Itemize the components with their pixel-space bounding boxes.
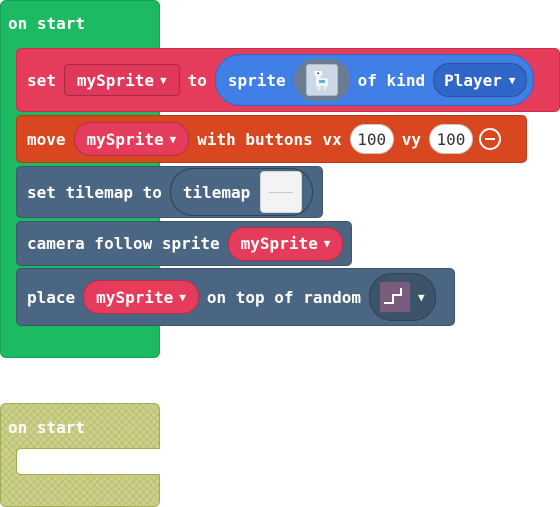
set-keyword: set bbox=[27, 70, 56, 90]
caret-down-icon: ▼ bbox=[417, 290, 425, 304]
kind-value: Player bbox=[444, 70, 502, 90]
llama-icon bbox=[314, 71, 328, 91]
variable-name: mySprite bbox=[240, 234, 318, 253]
set-tilemap-block[interactable]: set tilemap to tilemap bbox=[16, 166, 323, 218]
caret-down-icon: ▼ bbox=[159, 73, 167, 87]
llama-sprite-image-icon bbox=[305, 64, 338, 96]
variable-name: mySprite bbox=[96, 287, 174, 307]
variable-dropdown[interactable]: mySprite ▼ bbox=[227, 226, 344, 261]
sprite-label: sprite bbox=[227, 70, 286, 90]
move-with-buttons-block[interactable]: move mySprite ▼ with buttons vx 100 vy 1… bbox=[16, 115, 527, 163]
caret-down-icon: ▼ bbox=[323, 237, 331, 250]
set-tilemap-label: set tilemap to bbox=[27, 182, 162, 202]
blank-tilemap-image-icon[interactable] bbox=[260, 171, 303, 213]
place-keyword: place bbox=[27, 287, 76, 307]
set-sprite-block[interactable]: set mySprite ▼ to sprite of kind Player bbox=[16, 48, 560, 112]
variable-dropdown[interactable]: mySprite ▼ bbox=[83, 280, 199, 314]
caret-down-icon: ▼ bbox=[179, 290, 186, 304]
kind-dropdown[interactable]: Player ▼ bbox=[433, 63, 527, 97]
caret-down-icon: ▼ bbox=[508, 73, 516, 87]
tilemap-reporter[interactable]: tilemap bbox=[169, 168, 314, 216]
on-top-of-random-label: on top of random bbox=[206, 287, 361, 307]
caret-down-icon: ▼ bbox=[169, 132, 177, 146]
on-start-label: on start bbox=[8, 14, 86, 33]
variable-dropdown[interactable]: mySprite ▼ bbox=[63, 64, 180, 96]
sprite-create-reporter[interactable]: sprite of kind Player ▼ bbox=[214, 54, 534, 106]
vy-input[interactable]: 100 bbox=[428, 124, 473, 154]
to-label: to bbox=[187, 70, 207, 90]
camera-follow-label: camera follow sprite bbox=[27, 234, 220, 253]
tile-image-icon bbox=[379, 282, 410, 312]
tilemap-label: tilemap bbox=[182, 182, 251, 202]
disabled-on-start-label: on start bbox=[8, 418, 86, 437]
camera-follow-block[interactable]: camera follow sprite mySprite ▼ bbox=[16, 221, 352, 266]
minus-circle-icon[interactable] bbox=[478, 128, 501, 150]
empty-statement-slot bbox=[16, 448, 160, 475]
with-buttons-vx-label: with buttons vx bbox=[197, 129, 342, 149]
variable-name: mySprite bbox=[76, 70, 154, 90]
vy-label: vy bbox=[401, 129, 421, 149]
place-on-random-block[interactable]: place mySprite ▼ on top of random ▼ bbox=[16, 268, 455, 326]
variable-name: mySprite bbox=[86, 129, 164, 149]
move-keyword: move bbox=[27, 129, 66, 149]
of-kind-label: of kind bbox=[357, 70, 426, 90]
sprite-image-field[interactable] bbox=[293, 59, 350, 101]
vx-input[interactable]: 100 bbox=[349, 124, 394, 154]
variable-dropdown[interactable]: mySprite ▼ bbox=[73, 122, 190, 156]
tile-dropdown[interactable]: ▼ bbox=[368, 273, 436, 321]
